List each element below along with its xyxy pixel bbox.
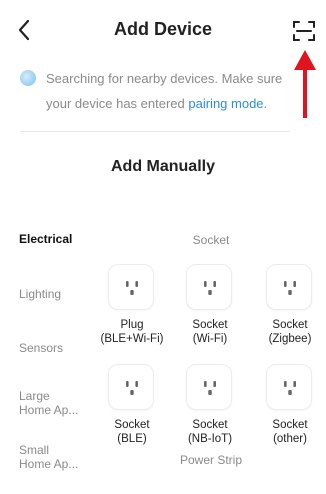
category-electrical[interactable]: Electrical	[19, 232, 99, 246]
add-device-screen: Add Device Searching for nearby devices.…	[0, 0, 326, 494]
scan-button[interactable]	[290, 17, 318, 45]
device-label: Socket (NB-IoT)	[187, 419, 233, 445]
device-label: Plug (BLE+Wi-Fi)	[100, 319, 164, 345]
device-icon-tile	[186, 264, 232, 310]
category-small-home-appliances[interactable]: Small Home Ap...	[19, 443, 99, 471]
scan-icon	[293, 21, 315, 41]
notice-text: Searching for nearby devices. Make sure …	[46, 71, 283, 111]
device-label: Socket (Wi-Fi)	[192, 319, 228, 345]
category-sensors[interactable]: Sensors	[19, 341, 99, 355]
divider	[20, 131, 290, 132]
socket-icon	[284, 281, 296, 295]
searching-spinner-icon	[20, 70, 36, 86]
socket-icon	[126, 381, 138, 395]
socket-icon	[204, 281, 216, 295]
group-label-power-strip: Power Strip	[179, 453, 243, 467]
section-title: Add Manually	[110, 158, 215, 175]
pairing-mode-link[interactable]: pairing mode	[188, 96, 263, 111]
device-label: Socket (BLE)	[114, 419, 150, 445]
device-icon-tile	[266, 264, 312, 310]
category-large-home-appliances[interactable]: Large Home Ap...	[19, 389, 99, 417]
device-icon-tile	[108, 364, 154, 410]
socket-icon	[126, 281, 138, 295]
socket-icon	[284, 381, 296, 395]
device-label: Socket (other)	[272, 419, 308, 445]
device-icon-tile	[186, 364, 232, 410]
page-title: Add Device	[113, 19, 213, 39]
device-label: Socket (Zigbee)	[268, 319, 312, 345]
group-label-socket: Socket	[192, 233, 230, 247]
category-lighting[interactable]: Lighting	[19, 287, 99, 301]
device-icon-tile	[266, 364, 312, 410]
header: Add Device	[0, 0, 326, 60]
socket-icon	[204, 381, 216, 395]
device-icon-tile	[108, 264, 154, 310]
